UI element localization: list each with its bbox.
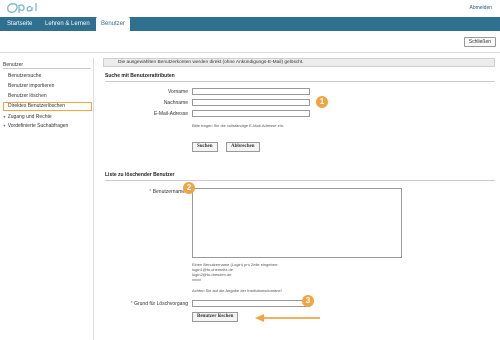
expand-icon[interactable]: + — [3, 124, 6, 129]
section-divider — [105, 180, 495, 181]
usernames-label: * Benutzernamen — [108, 189, 188, 195]
sidebar-divider — [3, 68, 91, 69]
app-header: Abmelden — [0, 0, 500, 17]
callout-badge-2: 2 — [183, 182, 195, 194]
delete-users-button[interactable]: Benutzer löschen — [192, 312, 239, 322]
sidebar-item-benutzer-importieren[interactable]: Benutzer importieren — [8, 83, 54, 89]
sidebar-item-direktes-benutzerloeschen[interactable]: Direktes Benutzerlöschen — [3, 102, 92, 111]
usernames-hint-4: xxxx\ — [192, 277, 202, 282]
email-label: E-Mail-Adresse — [153, 111, 188, 117]
tab-lehren-lernen[interactable]: Lehren & Lernen — [40, 17, 95, 31]
sidebar-group-label: Vordefinierte Suchabfragen — [7, 123, 69, 129]
main-navigation: Startseite Lehren & Lernen Benutzer — [0, 17, 500, 32]
institution-hint: Achten Sie auf die Angabe der Institutio… — [192, 288, 282, 293]
delete-section-title: Liste zu löschender Benutzer — [105, 172, 175, 178]
tab-startseite[interactable]: Startseite — [2, 17, 37, 31]
info-message: Die ausgewählten Benutzerkonten werden d… — [103, 58, 495, 67]
logout-link[interactable]: Abmelden — [469, 5, 492, 11]
search-section-title: Suche mit Benutzerattributen — [105, 73, 175, 79]
callout-badge-3: 3 — [302, 295, 314, 307]
callout-badge-1: 1 — [316, 96, 328, 108]
sidebar-item-benutzer-loeschen[interactable]: Benutzer löschen — [8, 93, 47, 99]
usernames-textarea[interactable] — [192, 188, 402, 258]
close-button[interactable]: Schließen — [463, 37, 496, 47]
required-marker: * — [149, 189, 152, 195]
sidebar-group-suchabfragen[interactable]: + Vordefinierte Suchabfragen — [3, 123, 68, 129]
cancel-button[interactable]: Abbrechen — [226, 142, 260, 152]
first-name-label: Vorname — [167, 89, 188, 95]
first-name-input[interactable] — [192, 88, 310, 95]
opal-logo[interactable] — [5, 1, 45, 15]
sidebar: Benutzer Benutzersuche Benutzer importie… — [0, 58, 94, 340]
reason-input[interactable] — [192, 300, 310, 307]
toolbar: Schließen — [0, 31, 500, 53]
sidebar-group-label: Zugang und Rechte — [7, 114, 52, 120]
search-button[interactable]: Suchen — [192, 142, 218, 152]
sidebar-item-benutzersuche[interactable]: Benutzersuche — [8, 73, 41, 79]
callout-arrow-icon — [255, 314, 320, 322]
section-divider — [105, 81, 495, 82]
sidebar-group-zugang[interactable]: + Zugang und Rechte — [3, 114, 52, 120]
email-hint: Bitte tragen Sie die vollständige E-Mail… — [192, 123, 285, 128]
last-name-label: Nachname — [163, 100, 188, 106]
reason-label-text: Grund für Löschvorgang — [134, 301, 188, 307]
email-input[interactable] — [192, 110, 310, 117]
last-name-input[interactable] — [192, 99, 310, 106]
reason-label: * Grund für Löschvorgang — [108, 301, 188, 307]
tab-benutzer[interactable]: Benutzer — [96, 17, 131, 32]
expand-icon[interactable]: + — [3, 115, 6, 120]
required-marker: * — [130, 301, 133, 307]
